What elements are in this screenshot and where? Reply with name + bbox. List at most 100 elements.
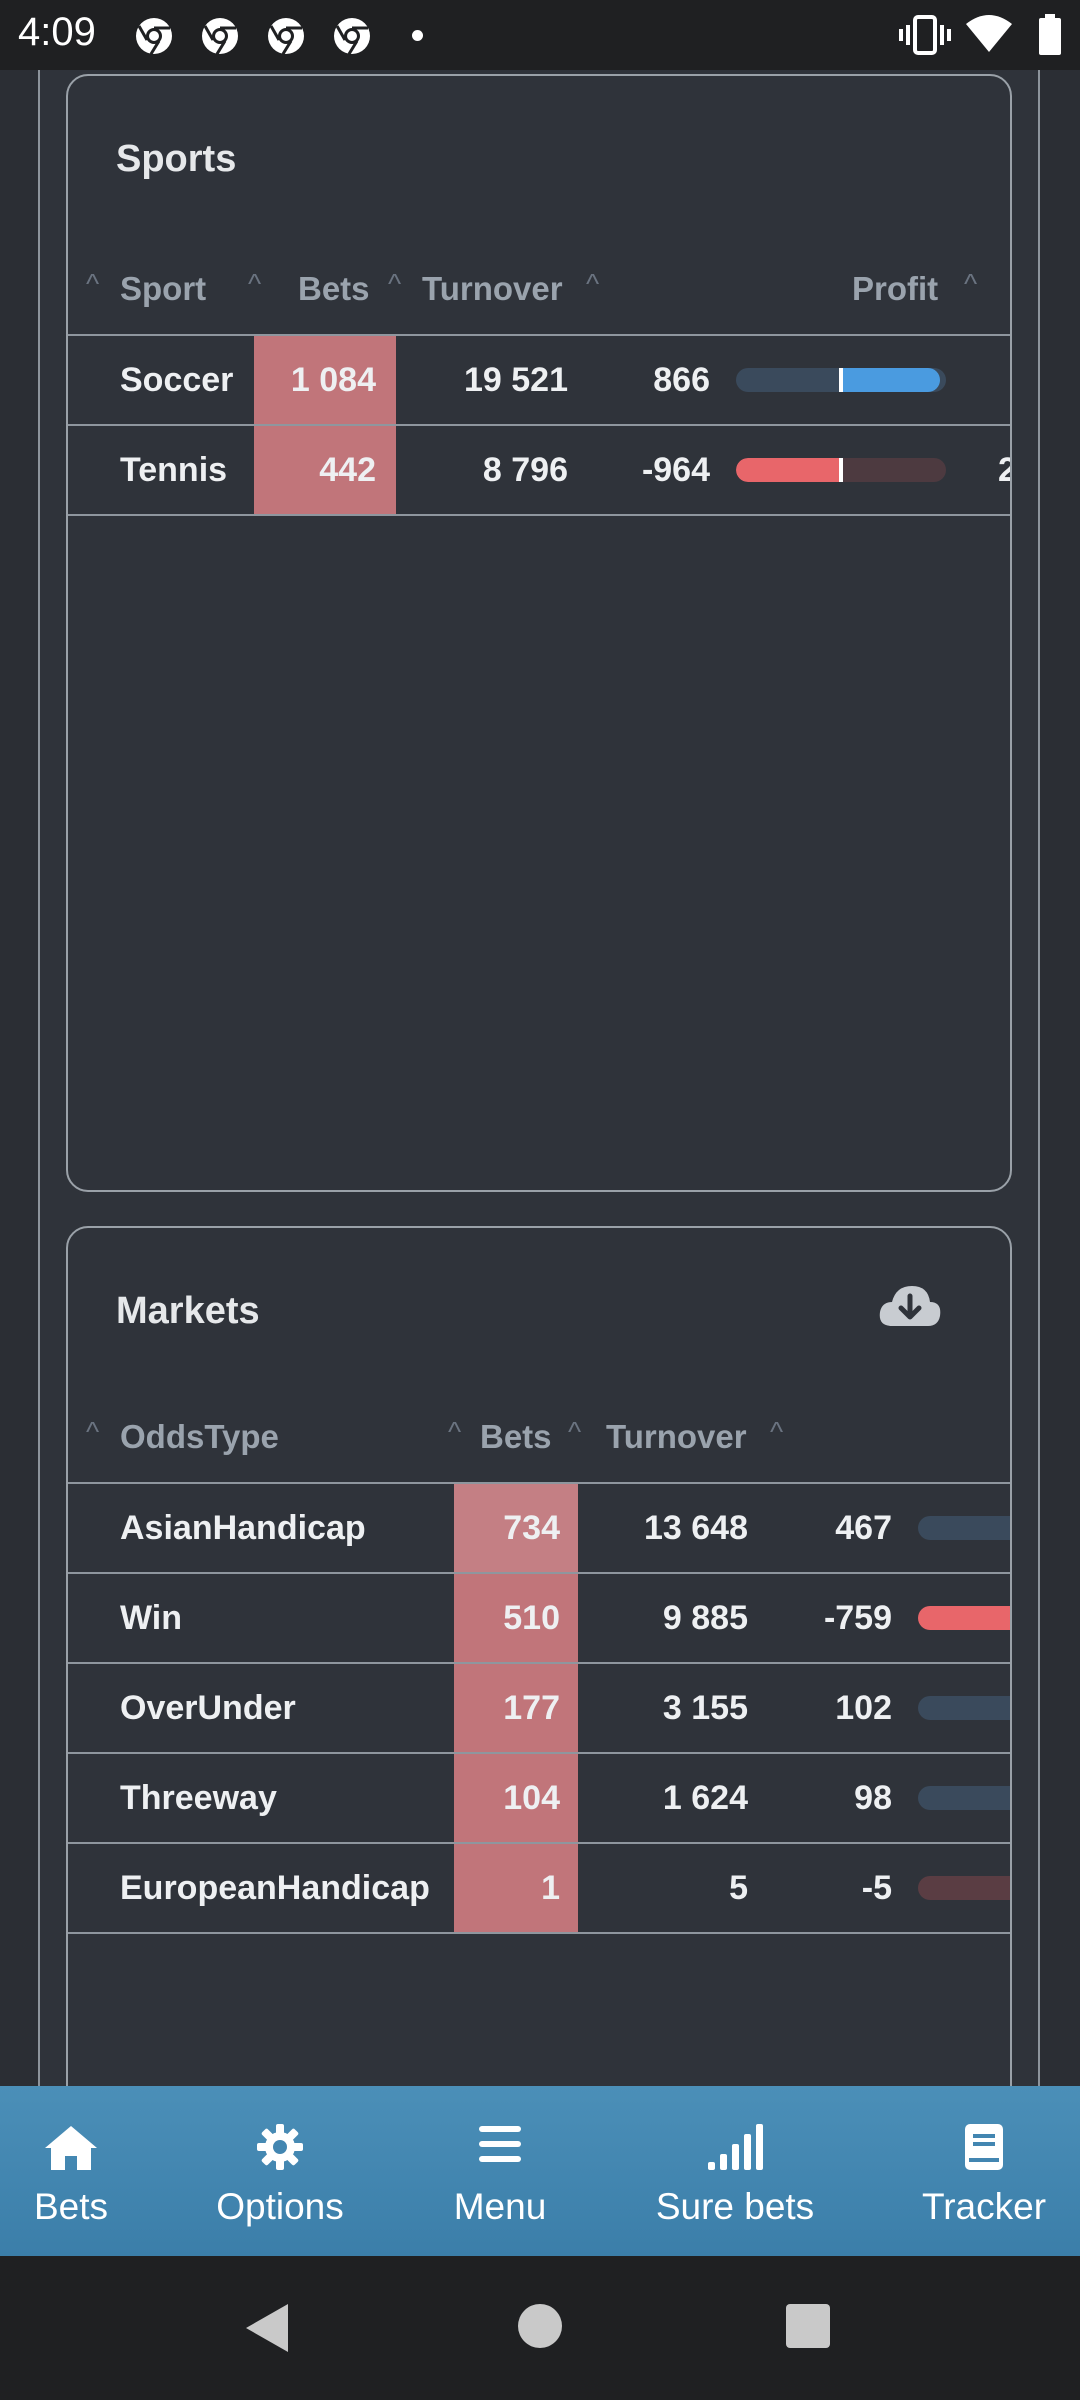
profit-bar-fill	[841, 368, 940, 392]
nav-menu[interactable]: Menu	[430, 2086, 570, 2256]
profit-bar-fill	[736, 458, 841, 482]
profit-value: -5	[861, 1869, 892, 1907]
chrome-icon	[202, 18, 238, 55]
column-header-profit[interactable]: Profit	[852, 254, 938, 324]
profit-bar	[918, 1876, 1010, 1900]
turnover-value: 8 796	[482, 451, 568, 489]
bets-count: 442	[319, 451, 376, 489]
profit-bar	[918, 1786, 1010, 1810]
profit-bar-midline	[839, 458, 843, 482]
turnover-value: 13 648	[644, 1509, 748, 1547]
odds-type-name: Win	[120, 1599, 183, 1637]
outer-border-right	[1038, 70, 1040, 2086]
profit-value: -964	[641, 451, 710, 489]
sort-caret-icon[interactable]: ^	[248, 254, 261, 324]
notification-dot-icon	[412, 30, 423, 41]
column-header-oddstype[interactable]: OddsType	[120, 1402, 279, 1472]
nav-label: Menu	[453, 2186, 547, 2227]
turnover-value: 3 155	[662, 1689, 748, 1727]
table-divider	[68, 514, 1010, 516]
column-header-bets[interactable]: Bets	[480, 1402, 552, 1472]
truncated-value: 2	[998, 426, 1010, 514]
recents-icon[interactable]	[782, 2300, 834, 2352]
profit-bar	[918, 1696, 1010, 1720]
sport-name: Soccer	[120, 361, 234, 399]
table-row[interactable]: EuropeanHandicap 1 5 -5	[68, 1844, 1010, 1934]
system-navigation-bar	[0, 2256, 1080, 2400]
back-icon[interactable]	[240, 2300, 296, 2356]
profit-value: 98	[854, 1779, 892, 1817]
sports-panel: Sports ^ Sport ^ Bets ^ Turnover ^ Profi…	[66, 74, 1012, 1192]
turnover-value: 9 885	[662, 1599, 748, 1637]
nav-label: Sure bets	[655, 2186, 815, 2227]
column-header-sport[interactable]: Sport	[120, 254, 206, 324]
profit-bar	[918, 1516, 1010, 1540]
home-icon	[45, 2126, 97, 2170]
outer-border-left	[38, 70, 40, 2086]
sort-caret-icon[interactable]: ^	[86, 254, 99, 324]
profit-bar	[736, 458, 946, 482]
bets-count: 510	[503, 1599, 560, 1637]
vibrate-icon	[899, 15, 951, 55]
gear-icon	[257, 2124, 303, 2170]
book-icon	[965, 2124, 1003, 2170]
nav-tracker[interactable]: Tracker	[904, 2086, 1064, 2256]
cloud-download-icon[interactable]	[878, 1284, 942, 1328]
bets-count: 734	[503, 1509, 560, 1547]
table-row[interactable]: Tennis 442 8 796 -964 2	[68, 426, 1010, 516]
app-content[interactable]: Sports ^ Sport ^ Bets ^ Turnover ^ Profi…	[0, 70, 1080, 2086]
profit-value: -759	[823, 1599, 892, 1637]
profit-value: 467	[835, 1509, 892, 1547]
profit-value: 866	[653, 361, 710, 399]
bets-count: 104	[503, 1779, 560, 1817]
profit-value: 102	[835, 1689, 892, 1727]
bets-count: 1 084	[290, 361, 376, 399]
sort-caret-icon[interactable]: ^	[448, 1402, 461, 1472]
bets-count: 1	[541, 1869, 560, 1907]
table-row[interactable]: Soccer 1 084 19 521 866	[68, 336, 1010, 426]
turnover-value: 1 624	[662, 1779, 748, 1817]
column-header-turnover[interactable]: Turnover	[422, 254, 563, 324]
table-row[interactable]: Threeway 104 1 624 98	[68, 1754, 1010, 1844]
sports-table-header: ^ Sport ^ Bets ^ Turnover ^ Profit ^	[68, 254, 1010, 324]
signal-bars-icon	[708, 2124, 763, 2170]
sort-caret-icon[interactable]: ^	[770, 1402, 783, 1472]
nav-options[interactable]: Options	[192, 2086, 368, 2256]
turnover-value: 19 521	[464, 361, 568, 399]
nav-label: Bets	[33, 2186, 109, 2227]
sort-caret-icon[interactable]: ^	[568, 1402, 581, 1472]
menu-icon	[479, 2126, 521, 2162]
sort-caret-icon[interactable]: ^	[586, 254, 599, 324]
profit-bar	[736, 368, 946, 392]
profit-bar	[918, 1606, 1010, 1630]
sports-title: Sports	[116, 138, 237, 180]
battery-icon	[1039, 14, 1061, 55]
sort-caret-icon[interactable]: ^	[86, 1402, 99, 1472]
table-row[interactable]: OverUnder 177 3 155 102	[68, 1664, 1010, 1754]
nav-bets[interactable]: Bets	[0, 2086, 142, 2256]
odds-type-name: Threeway	[120, 1779, 277, 1817]
wifi-icon	[966, 15, 1012, 52]
table-row[interactable]: AsianHandicap 734 13 648 467	[68, 1484, 1010, 1574]
table-divider	[68, 1932, 1010, 1934]
chrome-icon	[136, 18, 172, 55]
table-row[interactable]: Win 510 9 885 -759	[68, 1574, 1010, 1664]
sport-name: Tennis	[120, 451, 228, 489]
markets-panel: Markets ^ OddsType ^ Bets ^ Turnover ^ A…	[66, 1226, 1012, 2086]
odds-type-name: AsianHandicap	[120, 1509, 366, 1547]
sort-caret-icon[interactable]: ^	[964, 254, 977, 324]
home-circle-icon[interactable]	[514, 2300, 566, 2352]
nav-label: Options	[216, 2186, 344, 2227]
nav-sure-bets[interactable]: Sure bets	[640, 2086, 830, 2256]
bottom-navigation: Bets Options Menu Sure bets Tracker	[0, 2086, 1080, 2256]
sort-caret-icon[interactable]: ^	[388, 254, 401, 324]
chrome-icon	[268, 18, 304, 55]
odds-type-name: EuropeanHandicap	[120, 1869, 430, 1907]
status-time: 4:09	[18, 10, 96, 54]
nav-label: Tracker	[921, 2186, 1047, 2227]
markets-table-header: ^ OddsType ^ Bets ^ Turnover ^	[68, 1402, 1010, 1472]
odds-type-name: OverUnder	[120, 1689, 296, 1727]
column-header-bets[interactable]: Bets	[298, 254, 370, 324]
status-bar: 4:09	[0, 0, 1080, 70]
column-header-turnover[interactable]: Turnover	[606, 1402, 747, 1472]
